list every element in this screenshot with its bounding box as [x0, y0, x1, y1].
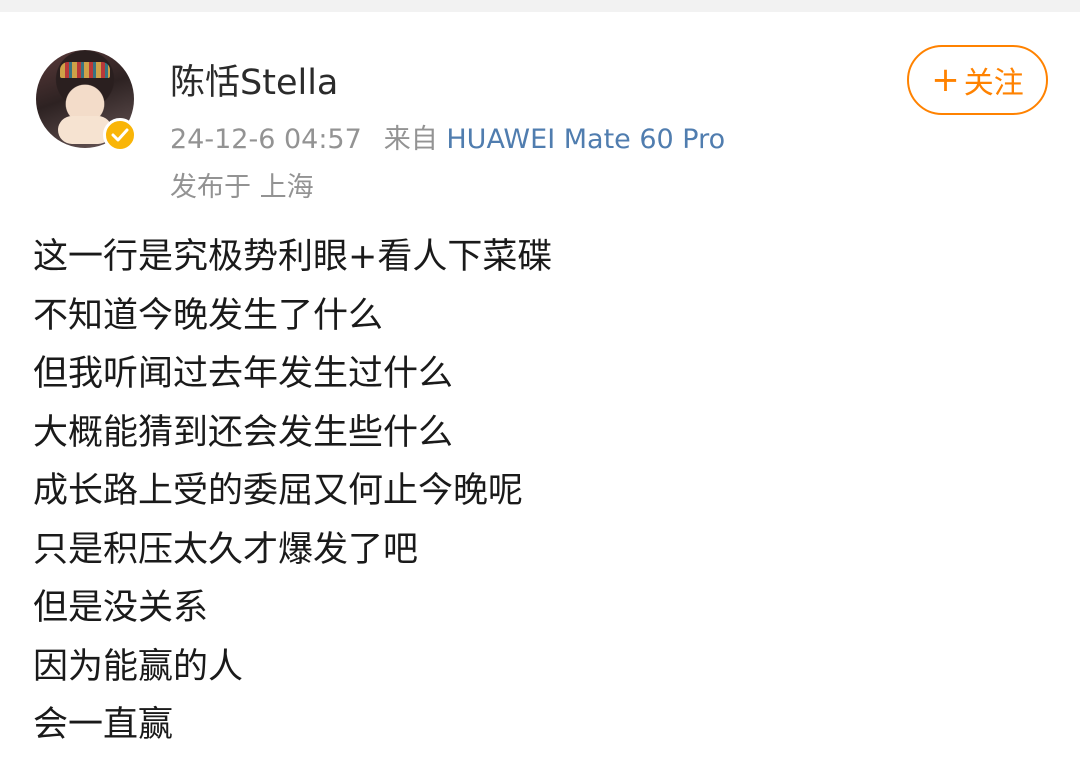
- post-line: 不知道今晚发生了什么: [33, 295, 384, 336]
- post-meta: 24-12-6 04:57 来自 HUAWEI Mate 60 Pro: [170, 117, 725, 156]
- post-line: 成长路上受的委屈又何止今晚呢: [33, 471, 524, 511]
- post-line: 因为能赢的人: [33, 646, 244, 687]
- post-body: 这一行是究极势利眼+看人下菜碟 不知道今晚发生了什么 但我听闻过去年发生过什么 …: [33, 228, 1043, 755]
- avatar-headdress: [60, 62, 110, 78]
- post-location: 发布于 上海: [170, 172, 314, 203]
- post-timestamp: 24-12-6 04:57: [170, 124, 362, 155]
- username[interactable]: 陈恬Stella: [170, 54, 338, 105]
- source-prefix: 来自: [383, 124, 438, 155]
- device-link[interactable]: HUAWEI Mate 60 Pro: [446, 124, 725, 155]
- top-divider: [0, 0, 1080, 12]
- post-line: 这一行是究极势利眼+看人下菜碟: [33, 237, 553, 277]
- post-line: 但是没关系: [33, 588, 209, 628]
- post-line: 但我听闻过去年发生过什么: [33, 354, 454, 394]
- post-line: 会一直赢: [33, 705, 174, 745]
- verified-badge-icon: [103, 118, 137, 152]
- follow-button[interactable]: + 关注: [907, 45, 1048, 115]
- plus-icon: +: [931, 60, 960, 100]
- post-line: 大概能猜到还会发生些什么: [33, 412, 454, 453]
- follow-label: 关注: [963, 66, 1024, 101]
- post-line: 只是积压太久才爆发了吧: [33, 529, 419, 570]
